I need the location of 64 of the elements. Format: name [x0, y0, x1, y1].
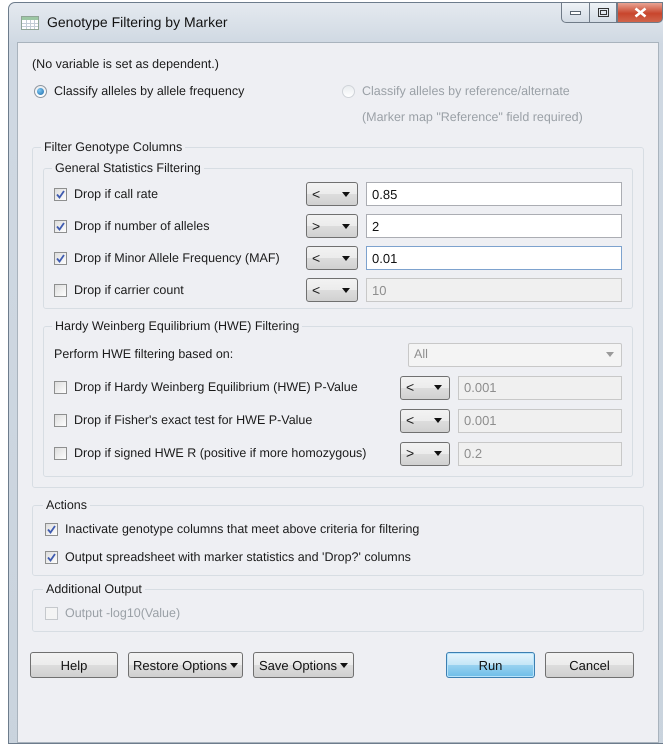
- checkbox-label: Drop if Minor Allele Frequency (MAF): [74, 250, 280, 267]
- checkbox[interactable]: [54, 284, 67, 297]
- group-title: Filter Genotype Columns: [43, 140, 184, 156]
- operator-dropdown[interactable]: <: [306, 246, 358, 270]
- spreadsheet-icon: [21, 16, 39, 30]
- value-field[interactable]: 0.01: [366, 246, 622, 270]
- operator-dropdown[interactable]: <: [400, 376, 450, 400]
- dialog-button[interactable]: Save Options: [253, 652, 354, 678]
- checkbox[interactable]: [54, 447, 67, 460]
- checkbox-label: Drop if carrier count: [74, 282, 184, 299]
- checkbox[interactable]: [54, 188, 67, 201]
- checkbox-label: Output spreadsheet with marker statistics and 'Drop?' columns: [65, 548, 411, 566]
- group-title: General Statistics Filtering: [54, 161, 202, 176]
- value-field[interactable]: 2: [366, 214, 622, 238]
- checkbox-label: Drop if number of alleles: [74, 218, 210, 235]
- group-title: Hardy Weinberg Equilibrium (HWE) Filtering: [54, 319, 300, 334]
- caret-icon: [606, 352, 614, 358]
- caret-icon: [342, 288, 350, 293]
- operator-dropdown[interactable]: >: [400, 442, 450, 466]
- checkbox-label: Drop if signed HWE R (positive if more homozygous): [74, 445, 366, 462]
- checkbox-label: Drop if Hardy Weinberg Equilibrium (HWE) P-Value: [74, 379, 358, 396]
- checkbox-label: Drop if Fisher's exact test for HWE P-Value: [74, 412, 312, 430]
- operator-dropdown[interactable]: >: [306, 214, 358, 238]
- caret-icon: [340, 662, 348, 668]
- radio-label: Classify alleles by reference/alternate: [362, 82, 570, 100]
- checkbox[interactable]: [45, 550, 58, 564]
- dialog-button[interactable]: Restore Options: [128, 652, 243, 678]
- checkbox[interactable]: [54, 220, 67, 233]
- dependent-note: (No variable is set as dependent.): [32, 56, 220, 73]
- caret-icon: [434, 385, 442, 390]
- close-icon: [634, 7, 646, 18]
- operator-dropdown[interactable]: <: [400, 408, 450, 433]
- minimize-button[interactable]: [561, 2, 589, 23]
- checkbox[interactable]: [54, 414, 67, 428]
- checkbox-label: Output -log10(Value): [65, 604, 180, 622]
- caret-icon: [230, 662, 238, 668]
- value-field[interactable]: 0.85: [366, 182, 622, 206]
- requirement-note: (Marker map "Reference" field required): [362, 108, 583, 126]
- radio-label: Classify alleles by allele frequency: [54, 82, 244, 100]
- group-title: Additional Output: [45, 582, 143, 598]
- dialog-button[interactable]: Cancel: [545, 652, 634, 678]
- window-title: Genotype Filtering by Marker: [47, 13, 228, 32]
- checkbox[interactable]: [45, 522, 58, 536]
- checkbox-label: Inactivate genotype columns that meet above criteria for filtering: [65, 520, 420, 538]
- maximize-icon: [598, 8, 608, 17]
- checkbox[interactable]: [54, 381, 67, 394]
- group-title: Actions: [45, 498, 88, 514]
- field-label: Perform HWE filtering based on:: [54, 346, 234, 364]
- caret-icon: [434, 418, 442, 424]
- operator-dropdown[interactable]: <: [306, 278, 358, 302]
- caret-icon: [342, 256, 350, 261]
- minimize-icon: [570, 10, 581, 14]
- caret-icon: [342, 224, 350, 229]
- caret-icon: [434, 451, 442, 456]
- dialog-button[interactable]: Run: [446, 652, 535, 678]
- radio-button[interactable]: [34, 84, 47, 98]
- dialog-button[interactable]: Help: [30, 652, 118, 678]
- close-button[interactable]: [617, 2, 663, 23]
- maximize-button[interactable]: [589, 2, 617, 23]
- caret-icon: [342, 192, 350, 197]
- checkbox[interactable]: [54, 252, 67, 265]
- checkbox-label: Drop if call rate: [74, 186, 158, 203]
- operator-dropdown[interactable]: <: [306, 182, 358, 206]
- basis-dropdown: All: [408, 342, 622, 367]
